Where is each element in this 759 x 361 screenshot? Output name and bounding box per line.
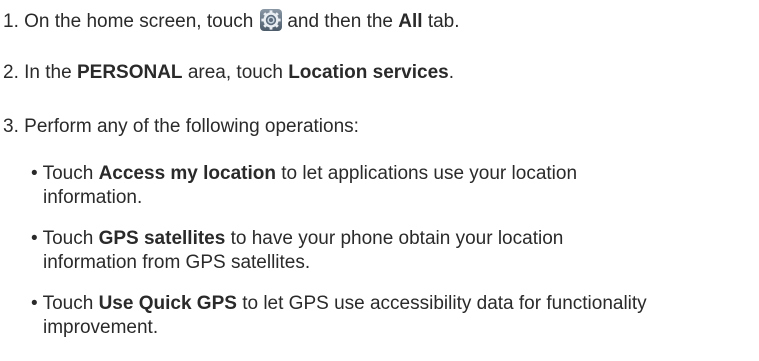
bullet-text-continued: improvement. — [43, 317, 159, 338]
bullet-item: • Touch Use Quick GPS to let GPS use acc… — [31, 292, 751, 340]
step-text: and then the — [287, 11, 393, 32]
bullet-text-continued: information. — [43, 187, 143, 208]
bullet-text: to let applications use your location — [281, 163, 578, 184]
bullet-text: Touch — [42, 228, 94, 249]
bullet-text: Touch — [42, 293, 94, 314]
step-3: 3. Perform any of the following operatio… — [3, 116, 359, 138]
step-number: 2. — [3, 62, 19, 83]
step-text: . — [448, 62, 454, 83]
area-name-personal: PERSONAL — [76, 62, 183, 83]
option-name: Access my location — [98, 163, 276, 184]
step-number: 1. — [3, 11, 19, 32]
tab-name-all: All — [398, 11, 423, 32]
step-text: On the home screen, touch — [24, 11, 254, 32]
step-text: area, touch — [187, 62, 283, 83]
bullet-item: • Touch GPS satellites to have your phon… — [31, 227, 751, 275]
bullet-text: Touch — [42, 163, 94, 184]
menu-name-location-services: Location services — [288, 62, 449, 83]
step-text: In the — [24, 62, 72, 83]
step-1: 1. On the home screen, touch and then th… — [3, 8, 460, 33]
step-number: 3. — [3, 116, 19, 137]
step-text: Perform any of the following operations: — [24, 116, 359, 137]
step-2: 2. In the PERSONAL area, touch Location … — [3, 62, 454, 84]
settings-gear-icon — [259, 8, 283, 32]
instruction-document: 1. On the home screen, touch and then th… — [0, 0, 759, 361]
step-text: tab. — [427, 11, 460, 32]
bullet-marker: • — [31, 228, 38, 249]
bullet-text-continued: information from GPS satellites. — [43, 252, 311, 273]
bullet-text: to have your phone obtain your location — [230, 228, 564, 249]
bullet-marker: • — [31, 293, 38, 314]
bullet-text: to let GPS use accessibility data for fu… — [242, 293, 647, 314]
bullet-item: • Touch Access my location to let applic… — [31, 162, 751, 210]
option-name: Use Quick GPS — [98, 293, 237, 314]
bullet-marker: • — [31, 163, 38, 184]
option-name: GPS satellites — [98, 228, 226, 249]
